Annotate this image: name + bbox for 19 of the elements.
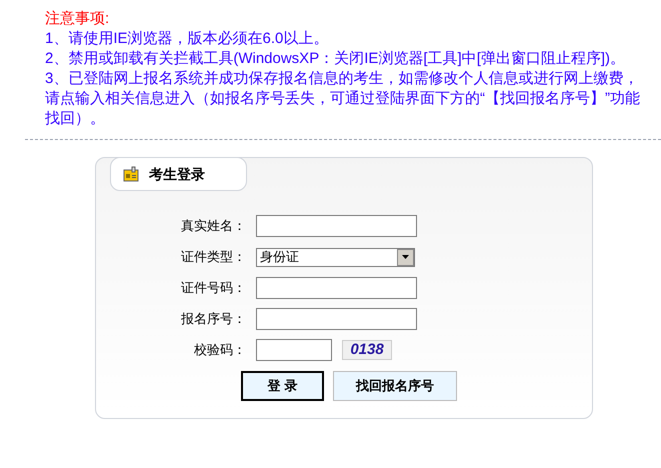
retrieve-button[interactable]: 找回报名序号 — [333, 371, 457, 401]
field-label: 报名序号： — [180, 310, 246, 328]
id-type-select[interactable]: 身份证 — [256, 248, 415, 266]
field-label: 校验码： — [193, 341, 246, 360]
notice-item: 1、请使用IE浏览器，版本必须在6.0以上。 — [45, 29, 330, 49]
notice-title: 注意事项: — [45, 9, 110, 29]
field-label: 真实姓名： — [180, 217, 246, 236]
captcha-image: 0138 — [342, 340, 392, 360]
notice-item: 2、禁用或卸载有关拦截工具(WindowsXP：关闭IE浏览器[工具]中[弹出窗口阻止程序])。 — [45, 49, 626, 69]
panel-title: 考生登录 — [149, 164, 205, 184]
input-field[interactable] — [256, 339, 332, 361]
input-field[interactable] — [256, 215, 417, 237]
input-field[interactable] — [256, 308, 417, 330]
input-field[interactable] — [256, 277, 417, 299]
id-card-icon — [123, 166, 139, 182]
field-label: 证件类型： — [180, 248, 246, 266]
login-button[interactable]: 登 录 — [241, 371, 324, 401]
notice-item: 3、已登陆网上报名系统并成功保存报名信息的考生，如需修改个人信息或进行网上缴费，请点输入相关信息进入（如报名序号丢失，可通过登陆界面下方的“【找回报名序号】”功能找回）。 — [45, 69, 640, 129]
field-label: 证件号码： — [180, 279, 246, 298]
